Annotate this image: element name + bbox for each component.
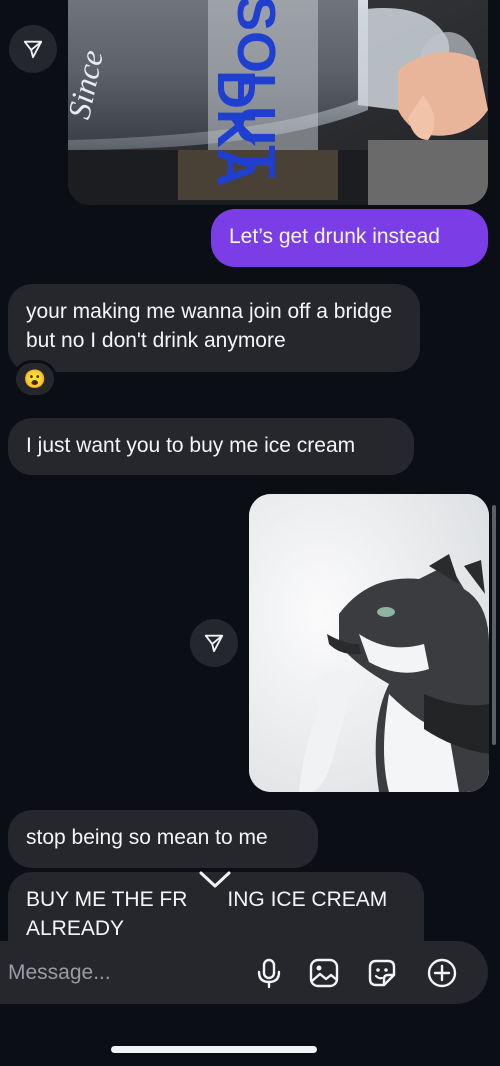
vodka-photo-illustration: Since SOLUT DKA (68, 0, 488, 205)
message-composer (0, 941, 488, 1004)
share-photo-button[interactable] (9, 25, 57, 73)
reaction-badge[interactable]: 😮 (13, 360, 57, 398)
home-indicator[interactable] (111, 1046, 317, 1053)
scrollbar[interactable] (492, 505, 496, 745)
sent-photo-cat[interactable] (249, 494, 489, 792)
microphone-icon (257, 958, 281, 989)
message-text: stop being so mean to me (26, 826, 268, 849)
plus-circle-icon (427, 958, 457, 988)
share-photo-button[interactable] (190, 619, 238, 667)
received-message-bubble[interactable]: I just want you to buy me ice cream (8, 418, 414, 475)
message-text-part: ALREADY (26, 917, 125, 940)
message-text: Let’s get drunk instead (229, 225, 440, 248)
image-icon (309, 958, 339, 988)
jump-to-latest-button[interactable] (193, 862, 237, 898)
surprised-emoji-icon: 😮 (23, 368, 47, 389)
sticker-icon (368, 959, 396, 987)
cat-photo-illustration (249, 494, 489, 792)
message-text-part: BUY ME THE FR (26, 888, 188, 911)
message-text: I just want you to buy me ice cream (26, 434, 356, 457)
message-text: your making me wanna join off a bridge b… (26, 300, 393, 352)
message-text-part: ING ICE CREAM (227, 888, 388, 911)
voice-message-button[interactable] (251, 955, 287, 991)
received-message-bubble[interactable]: stop being so mean to me (8, 810, 318, 868)
more-options-button[interactable] (424, 955, 460, 991)
sent-photo-vodka[interactable]: Since SOLUT DKA (68, 0, 488, 205)
received-message-bubble[interactable]: your making me wanna join off a bridge b… (8, 284, 420, 372)
gallery-button[interactable] (306, 955, 342, 991)
chevron-down-icon (199, 871, 231, 888)
message-input[interactable] (8, 941, 238, 1004)
paper-plane-icon (204, 634, 224, 653)
sticker-button[interactable] (364, 955, 400, 991)
bottle-brand-text-2: DKA (206, 70, 266, 187)
paper-plane-icon (23, 40, 43, 59)
sent-message-bubble[interactable]: Let’s get drunk instead (211, 209, 488, 267)
